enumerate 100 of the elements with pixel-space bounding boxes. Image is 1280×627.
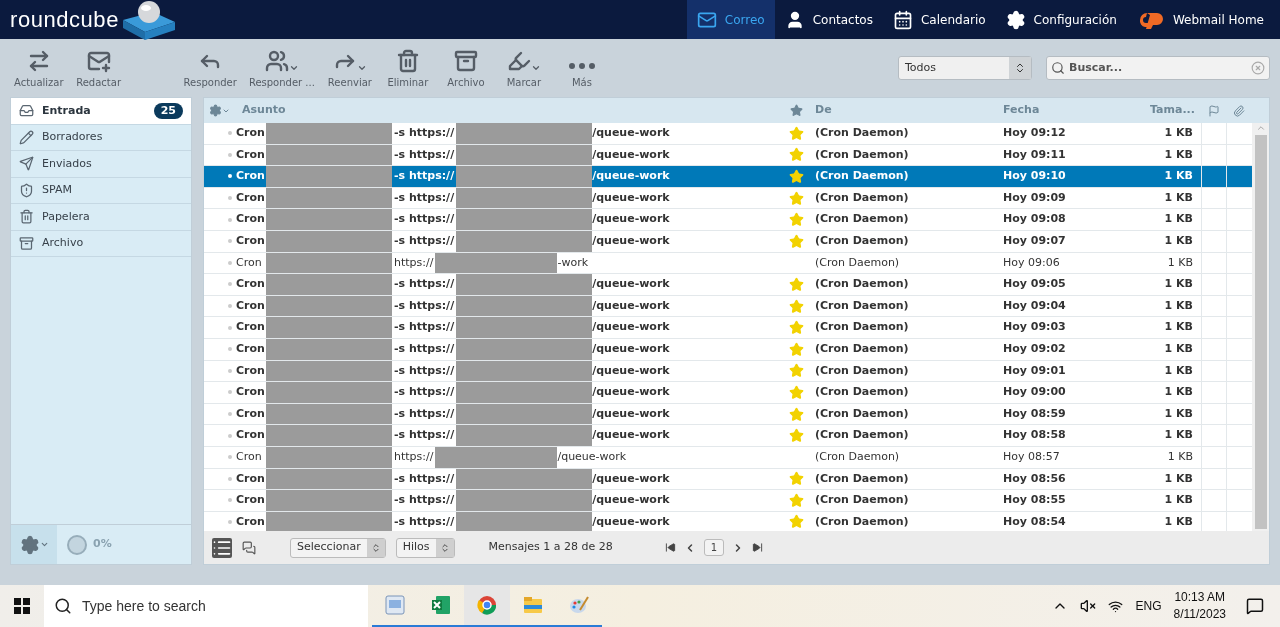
threads-select[interactable]: Hilos [395, 537, 455, 558]
folder-icon[interactable] [522, 594, 544, 616]
message-row[interactable]: Cron https:// /queue-work (Cron Daemon) Hoy 08:57 1 KB [204, 446, 1252, 469]
spreadsheet-app-icon[interactable] [430, 594, 452, 616]
star-icon[interactable] [788, 147, 804, 163]
last-page-icon[interactable] [752, 542, 764, 553]
date-cell-text: Hoy 09:03 [1002, 319, 1067, 336]
speaker-muted-icon[interactable] [1080, 598, 1097, 614]
message-row[interactable]: Cron -s https:// /queue-work (Cron Daemon) Hoy 09:12 1 KB [204, 123, 1252, 145]
star-icon[interactable] [788, 276, 804, 292]
folder-item[interactable]: Archivo [11, 230, 191, 257]
filter-select[interactable]: Todos [898, 56, 1032, 80]
toolbar-button[interactable]: Más [555, 46, 608, 90]
message-row[interactable]: Cron -s https:// /queue-work (Cron Daemon) Hoy 09:05 1 KB [204, 274, 1252, 296]
message-row[interactable]: Cron -s https:// /queue-work (Cron Daemon) Hoy 09:00 1 KB [204, 382, 1252, 404]
folder-item[interactable]: Entrada 25 [11, 98, 191, 125]
message-row[interactable]: Cron -s https:// /queue-work (Cron Daemon) Hoy 09:09 1 KB [204, 187, 1252, 210]
star-icon[interactable] [788, 514, 804, 530]
message-row[interactable]: Cron -s https:// /queue-work (Cron Daemon) Hoy 08:56 1 KB [204, 468, 1252, 491]
size-cell-text: 1 KB [1163, 384, 1194, 401]
message-row[interactable]: Cron -s https:// /queue-work (Cron Daemon) Hoy 09:03 1 KB [204, 317, 1252, 339]
message-row[interactable]: Cron -s https:// /queue-work (Cron Daemon) Hoy 09:02 1 KB [204, 338, 1252, 361]
app-window-icon[interactable] [384, 594, 406, 616]
selection-select[interactable]: Seleccionar [290, 537, 386, 558]
nav-tab[interactable]: Calendario [882, 0, 996, 39]
star-icon[interactable] [788, 471, 804, 487]
star-icon[interactable] [788, 169, 804, 184]
star-icon[interactable] [788, 233, 804, 249]
message-row[interactable]: Cron -s https:// /queue-work (Cron Daemon) Hoy 08:58 1 KB [204, 425, 1252, 447]
star-icon[interactable] [788, 190, 804, 206]
bullet-icon [228, 368, 232, 373]
star-icon[interactable] [788, 320, 804, 336]
browser-icon[interactable] [476, 594, 498, 616]
taskbar-search-bar[interactable]: Type here to search [44, 585, 368, 627]
toolbar-button[interactable]: Actualizar [11, 46, 67, 90]
search-bar[interactable]: Buscar... [1046, 56, 1270, 80]
star-icon[interactable] [788, 125, 804, 141]
taskbar-search-field[interactable]: Type here to search [82, 595, 358, 617]
nav-tab[interactable]: Configuración [995, 0, 1127, 39]
date-cell-text: Hoy 09:05 [1002, 276, 1067, 293]
message-row[interactable]: Cron -s https:// /queue-work (Cron Daemon) Hoy 09:08 1 KB [204, 209, 1252, 231]
star-icon[interactable] [788, 363, 804, 379]
size-cell-text: 1 KB [1163, 146, 1194, 163]
folder-item[interactable]: Enviados [11, 151, 191, 178]
sender-cell-text: (Cron Daemon) [814, 427, 910, 444]
nav-tab[interactable]: Contactos [774, 0, 883, 39]
toolbar-button[interactable]: Responder [180, 46, 240, 90]
wifi-icon[interactable] [1108, 598, 1124, 614]
paint-palette-icon[interactable] [568, 594, 590, 616]
subject-cell: Cron -s https:// /queue-work [234, 274, 783, 295]
size-cell-text: 1 KB [1163, 513, 1194, 530]
flag-icon [1207, 104, 1220, 117]
windows-logo-icon[interactable] [14, 598, 30, 614]
folder-item[interactable]: Borradores [11, 124, 191, 151]
scrollbar[interactable] [1252, 123, 1269, 531]
message-row[interactable]: Cron -s https:// /queue-work (Cron Daemon) Hoy 09:04 1 KB [204, 295, 1252, 318]
language-indicator[interactable]: ENG [1135, 597, 1162, 615]
list-view-icon[interactable] [212, 537, 232, 558]
folder-item[interactable]: SPAM [11, 177, 191, 204]
search-field[interactable]: Buscar... [1069, 59, 1247, 77]
notifications-icon[interactable] [1246, 597, 1264, 615]
star-icon[interactable] [788, 384, 804, 400]
nav-tab[interactable]: Webmail Home [1126, 0, 1274, 39]
toolbar-button[interactable]: Marcar [497, 46, 550, 90]
message-count: Mensajes 1 a 28 de 28 [488, 539, 613, 556]
sender-cell-text: (Cron Daemon) [814, 276, 910, 293]
star-icon[interactable] [788, 298, 804, 314]
date-cell-text: Hoy 08:55 [1002, 492, 1067, 509]
message-row[interactable]: Cron -s https:// /queue-work (Cron Daemon) Hoy 08:59 1 KB [204, 403, 1252, 426]
message-row[interactable]: Cron -s https:// /queue-work (Cron Daemon) Hoy 08:55 1 KB [204, 490, 1252, 512]
subject-cell: Cron -s https:// /queue-work [234, 360, 783, 382]
page-number[interactable]: 1 [703, 539, 725, 556]
first-page-icon[interactable] [664, 542, 676, 553]
scroll-up-icon[interactable] [1255, 123, 1266, 133]
threads-icon[interactable] [242, 540, 256, 555]
clock[interactable]: 10:13 AM 8/11/2023 [1173, 589, 1226, 623]
date-cell-text: Hoy 08:54 [1002, 513, 1067, 530]
message-row[interactable]: Cron -s https:// /queue-work (Cron Daemon) Hoy 09:07 1 KB [204, 230, 1252, 253]
toolbar-button[interactable]: Eliminar [381, 46, 434, 90]
sender-cell-text: (Cron Daemon) [814, 448, 901, 465]
settings-menu-button[interactable] [11, 525, 57, 564]
subject-cell: Cron -s https:// /queue-work [234, 425, 783, 446]
star-icon[interactable] [788, 341, 804, 357]
message-row[interactable]: Cron https:// -work (Cron Daemon) Hoy 09:06 1 KB [204, 252, 1252, 275]
subject-cell: Cron -s https:// /queue-work [234, 511, 783, 531]
toolbar-button[interactable]: Archivo [439, 46, 492, 90]
toolbar-button[interactable]: Responder ... [245, 46, 318, 90]
toolbar-button[interactable]: Redactar [72, 46, 125, 90]
star-icon[interactable] [788, 212, 804, 228]
star-icon[interactable] [788, 492, 804, 508]
star-icon[interactable] [788, 428, 804, 444]
message-row[interactable]: Cron -s https:// /queue-work (Cron Daemon) Hoy 09:10 1 KB [204, 166, 1252, 188]
nav-tab[interactable]: Correo [686, 0, 775, 39]
date-cell-text: Hoy 08:56 [1002, 470, 1067, 487]
message-row[interactable]: Cron -s https:// /queue-work (Cron Daemon) Hoy 09:01 1 KB [204, 360, 1252, 383]
date-cell-text: Hoy 09:01 [1002, 362, 1067, 379]
folder-item[interactable]: Papelera [11, 204, 191, 231]
toolbar-button[interactable]: Reenviar [323, 46, 376, 90]
date-cell-text: Hoy 09:00 [1002, 384, 1067, 401]
star-icon[interactable] [788, 406, 804, 422]
